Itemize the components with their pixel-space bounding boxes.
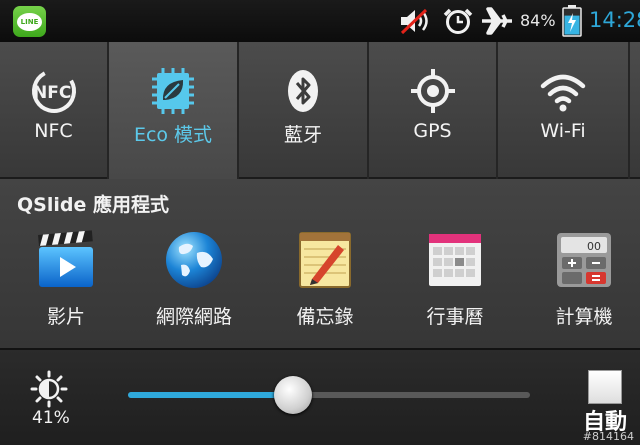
svg-text:NFC: NFC xyxy=(33,83,71,103)
toggle-label: GPS xyxy=(413,120,452,142)
qslide-title: QSlide 應用程式 xyxy=(17,194,169,216)
brightness-panel: 41% 自動 #814164 xyxy=(0,348,640,445)
svg-text:00: 00 xyxy=(587,240,601,253)
app-label: 行事曆 xyxy=(426,306,484,328)
airplane-mode-icon xyxy=(482,7,512,35)
nfc-icon: NFC xyxy=(31,69,76,113)
qslide-app-calendar[interactable]: 行事曆 xyxy=(392,229,518,339)
brightness-percent: 41% xyxy=(32,408,70,428)
bluetooth-icon xyxy=(288,70,318,112)
line-app-icon[interactable]: LINE xyxy=(13,6,46,37)
brightness-slider-fill xyxy=(128,392,293,398)
qslide-app-internet[interactable]: 網際網路 xyxy=(131,229,257,339)
toggle-divider xyxy=(628,42,630,179)
line-logo-text: LINE xyxy=(17,12,42,31)
gps-icon xyxy=(410,69,455,113)
app-label: 備忘錄 xyxy=(296,306,354,328)
app-label: 影片 xyxy=(46,306,85,328)
volume-muted-icon xyxy=(400,8,428,35)
toggle-eco-mode[interactable]: Eco 模式 xyxy=(109,42,237,179)
toggle-label: Wi-Fi xyxy=(540,120,586,142)
toggle-wifi[interactable]: Wi-Fi xyxy=(498,42,628,179)
auto-brightness-checkbox[interactable] xyxy=(588,370,622,404)
app-label: 網際網路 xyxy=(155,306,232,328)
memo-icon xyxy=(299,232,351,288)
toggle-label: NFC xyxy=(34,120,73,142)
qslide-app-calculator[interactable]: 00 計算機 xyxy=(521,229,640,339)
watermark: #814164 xyxy=(582,430,634,443)
app-label: 計算機 xyxy=(555,306,613,328)
toggle-bluetooth[interactable]: 藍牙 xyxy=(239,42,367,179)
battery-charging-icon xyxy=(562,5,582,37)
calendar-icon xyxy=(429,234,481,286)
brightness-slider-thumb[interactable] xyxy=(274,376,312,414)
wifi-icon xyxy=(540,74,586,112)
qslide-app-memo[interactable]: 備忘錄 xyxy=(262,229,388,339)
qslide-app-video[interactable]: 影片 xyxy=(3,229,129,339)
battery-percent: 84% xyxy=(520,11,556,30)
status-bar: LINE 84% 14:28 xyxy=(0,0,640,42)
brightness-slider-track[interactable] xyxy=(128,392,530,398)
calculator-icon: 00 xyxy=(557,233,611,287)
internet-globe-icon xyxy=(166,232,222,288)
video-icon xyxy=(38,230,93,287)
quick-settings-toggles: NFC NFC Eco 模式 藍牙 GPS Wi-Fi xyxy=(0,42,640,179)
brightness-sun-icon xyxy=(30,370,68,408)
toggle-label: Eco 模式 xyxy=(133,124,213,146)
alarm-clock-icon xyxy=(443,8,473,34)
toggle-nfc[interactable]: NFC NFC xyxy=(0,42,107,179)
clock: 14:28 xyxy=(589,8,640,32)
toggle-gps[interactable]: GPS xyxy=(369,42,496,179)
eco-mode-icon xyxy=(152,68,194,114)
qslide-panel: QSlide 應用程式 影片 網際網路 備忘錄 行事曆 00 計算機 xyxy=(0,179,640,348)
toggle-label: 藍牙 xyxy=(283,124,322,146)
